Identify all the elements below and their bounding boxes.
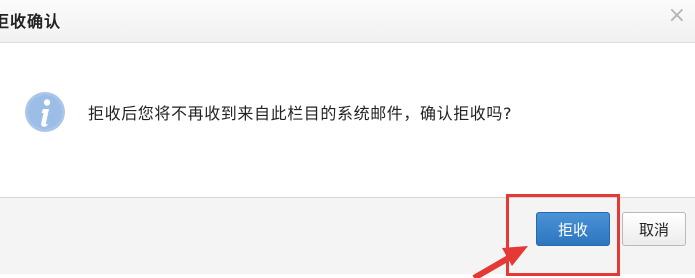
dialog-titlebar: 拒收确认 × bbox=[0, 0, 695, 43]
cancel-button[interactable]: 取消 bbox=[622, 212, 686, 246]
close-icon[interactable]: × bbox=[668, 4, 686, 28]
dialog-title: 拒收确认 bbox=[0, 12, 62, 31]
info-icon bbox=[25, 92, 65, 132]
annotation-arrow-icon bbox=[472, 246, 528, 278]
dialog-message: 拒收后您将不再收到来自此栏目的系统邮件，确认拒收吗? bbox=[88, 104, 513, 123]
dialog-body: 拒收后您将不再收到来自此栏目的系统邮件，确认拒收吗? bbox=[0, 43, 695, 197]
